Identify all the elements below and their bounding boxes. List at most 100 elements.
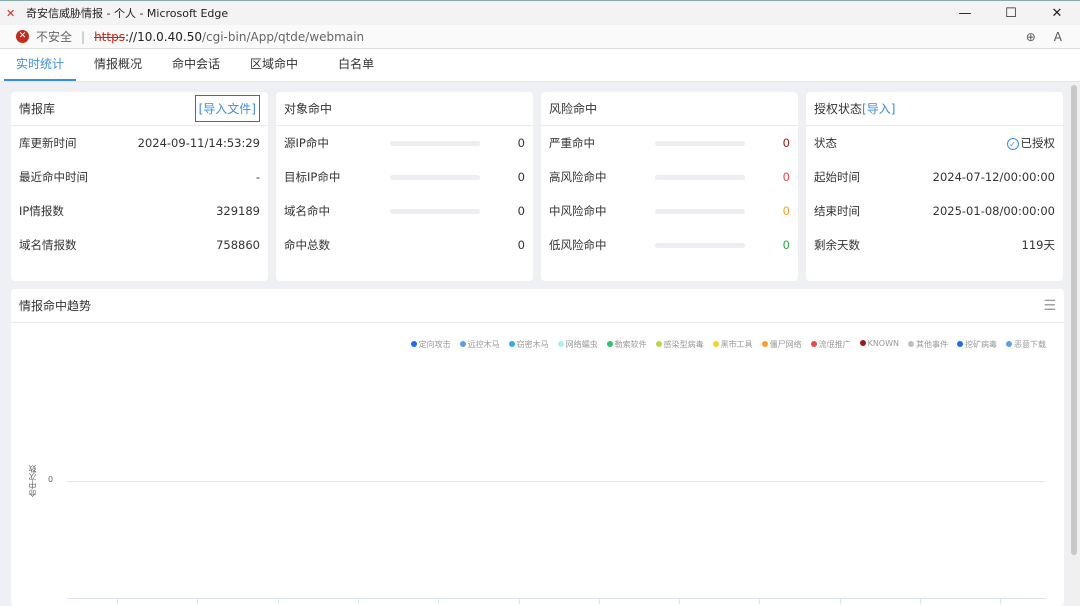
legend-item[interactable]: 流氓推广 <box>810 339 851 350</box>
x-tick <box>920 598 921 604</box>
menu-icon[interactable]: ☰ <box>1043 298 1056 314</box>
legend-label: KNOWN <box>867 339 899 348</box>
legend-dot-icon <box>655 341 662 347</box>
row-value: 0 <box>782 204 790 218</box>
row-value: 0 <box>517 136 525 150</box>
legend-label: 僵尸网络 <box>769 340 802 349</box>
row-label: 库更新时间 <box>19 136 77 150</box>
row-label: 源IP命中 <box>284 136 329 150</box>
row-label: 低风险命中 <box>549 238 607 252</box>
x-tick <box>117 598 118 604</box>
legend-dot-icon <box>957 341 963 347</box>
tab-sessions[interactable]: 命中会话 <box>160 49 232 81</box>
legend-dot-icon <box>810 341 817 347</box>
legend-item[interactable]: KNOWN <box>859 339 899 350</box>
legend-item[interactable]: 勒索软件 <box>606 339 647 350</box>
legend-item[interactable]: 挖矿病毒 <box>957 339 997 350</box>
tab-overview[interactable]: 情报概况 <box>82 49 154 81</box>
legend-label: 定向攻击 <box>418 340 451 349</box>
legend-label: 其他事件 <box>916 340 948 349</box>
row-label: 域名命中 <box>284 204 330 218</box>
card-title: 对象命中 <box>284 102 333 116</box>
progress-bar <box>654 140 745 146</box>
read-aloud-icon[interactable]: A <box>1054 30 1062 44</box>
legend-label: 黑市工具 <box>720 340 753 349</box>
progress-bar <box>389 140 480 146</box>
x-tick <box>839 598 841 604</box>
row-value: 758860 <box>216 238 260 252</box>
app-logo-icon: ✕ <box>6 6 16 20</box>
scrollbar[interactable] <box>1068 83 1080 606</box>
legend-item[interactable]: 窃密木马 <box>508 339 549 350</box>
legend-label: 网络蠕虫 <box>565 340 598 349</box>
maximize-button[interactable]: ☐ <box>988 6 1034 21</box>
zoom-icon[interactable]: ⊕ <box>1026 30 1036 44</box>
row-label: IP情报数 <box>19 204 64 218</box>
import-file-link[interactable]: [导入文件] <box>194 95 260 122</box>
legend-item[interactable]: 黑市工具 <box>712 339 753 350</box>
row-label: 高风险命中 <box>549 170 607 184</box>
progress-bar <box>654 208 745 214</box>
card-title: 情报库 <box>19 102 56 116</box>
trend-title: 情报命中趋势 <box>19 299 92 313</box>
chart-legend: 定向攻击 远控木马 窃密木马 网络蠕虫 勒索软件 感染型病毒 黑市工具 僵尸网络 流氓推广 KNO… <box>410 339 1046 350</box>
legend-dot-icon <box>761 341 768 347</box>
import-license-link[interactable]: [导入] <box>862 100 895 117</box>
row-value: 0 <box>782 238 790 252</box>
legend-label: 恶意下载 <box>1014 340 1046 349</box>
minimize-button[interactable]: — <box>942 6 988 21</box>
x-tick <box>1000 598 1002 604</box>
y-tick-label: 0 <box>48 475 54 484</box>
gridline <box>67 481 1046 482</box>
url-host: ://10.0.40.50 <box>124 29 202 44</box>
legend-item[interactable]: 僵尸网络 <box>761 339 802 350</box>
divider: | <box>81 29 86 44</box>
license-card: 授权状态 [导入] 状态 ✓ 已授权 起始时间 2024-07-12/00:00:00 … <box>806 92 1063 281</box>
tab-realtime[interactable]: 实时统计 <box>4 49 77 81</box>
legend-item[interactable]: 感染型病毒 <box>655 339 704 350</box>
scrollbar-thumb[interactable] <box>1071 85 1077 555</box>
card-title: 授权状态 <box>814 102 863 116</box>
row-value: 2025-01-08/00:00:00 <box>932 204 1055 218</box>
legend-label: 挖矿病毒 <box>965 340 997 349</box>
tab-whitelist[interactable]: 白名单 <box>326 49 386 81</box>
trend-panel: 情报命中趋势 ☰ 定向攻击 远控木马 窃密木马 网络蠕虫 勒索软件 感染型病毒 黑市工具 僵尸网… <box>11 289 1064 606</box>
address-bar[interactable]: ✕ 不安全 | https://10.0.40.50/cgi-bin/App/q… <box>0 25 1080 49</box>
row-value: 2024-09-11/14:53:29 <box>137 136 260 150</box>
tab-region[interactable]: 区域命中 <box>238 49 310 81</box>
check-circle-icon: ✓ <box>1006 138 1019 150</box>
close-button[interactable]: ✕ <box>1034 6 1080 21</box>
row-label: 起始时间 <box>814 170 860 184</box>
row-label: 剩余天数 <box>814 238 860 252</box>
legend-item[interactable]: 恶意下载 <box>1006 339 1046 350</box>
legend-item[interactable]: 远控木马 <box>459 339 500 350</box>
legend-item[interactable]: 网络蠕虫 <box>557 339 598 350</box>
legend-dot-icon <box>908 341 914 347</box>
progress-bar <box>389 208 480 214</box>
legend-dot-icon <box>508 341 515 347</box>
intel-card: 情报库 [导入文件] 库更新时间 2024-09-11/14:53:29 最近命中时… <box>11 92 268 281</box>
row-value: 329189 <box>216 204 260 218</box>
x-tick <box>277 598 279 604</box>
row-value: 0 <box>517 238 525 252</box>
legend-item[interactable]: 定向攻击 <box>410 339 451 350</box>
legend-item[interactable]: 其他事件 <box>908 339 948 350</box>
x-tick <box>197 598 199 604</box>
not-secure-icon[interactable]: ✕ <box>16 30 29 43</box>
card-title: 风险命中 <box>549 102 598 116</box>
row-label: 中风险命中 <box>549 204 607 218</box>
legend-dot-icon <box>410 341 417 347</box>
row-label: 严重命中 <box>549 136 595 150</box>
risk-card: 风险命中 严重命中 0 高风险命中 0 中风险命中 0 低风险命中 0 <box>541 92 798 281</box>
legend-dot-icon <box>712 341 719 347</box>
x-tick <box>518 598 520 604</box>
row-value: 0 <box>517 204 525 218</box>
x-tick <box>679 598 681 604</box>
x-axis <box>67 598 1046 604</box>
row-value: 2024-07-12/00:00:00 <box>932 170 1055 184</box>
y-axis-label: 命中次数 <box>28 465 37 497</box>
security-label[interactable]: 不安全 <box>36 28 72 45</box>
progress-bar <box>389 174 480 180</box>
legend-label: 窃密木马 <box>516 340 549 349</box>
title-bar: ✕ 奇安信威胁情报 - 个人 - Microsoft Edge — ☐ ✕ <box>0 0 1080 25</box>
